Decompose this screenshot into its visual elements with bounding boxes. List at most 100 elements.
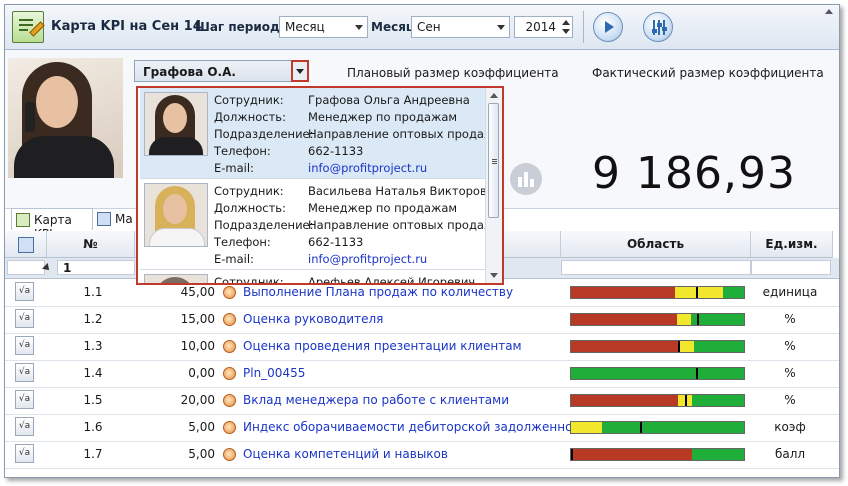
play-button[interactable] [593, 12, 623, 42]
kpi-status-icon [223, 448, 236, 461]
kpi-number: 1.6 [83, 420, 103, 434]
month-select[interactable]: Сен [411, 16, 510, 38]
field-value-name: Васильева Наталья Викторовна [308, 184, 502, 198]
field-label: Должность: [214, 110, 286, 124]
tab-second[interactable]: Ма [95, 208, 135, 230]
kpi-weight: 0,00 [188, 366, 215, 380]
bar-green-segment [571, 368, 744, 379]
bar-marker [640, 422, 642, 433]
bar-yellow-segment [677, 314, 691, 325]
row-formula-button[interactable]: √a [15, 309, 34, 328]
table-row[interactable]: √a 1.3 10,00 Оценка проведения презентации … [5, 333, 839, 361]
row-formula-button[interactable]: √a [15, 363, 34, 382]
row-formula-button[interactable]: √a [15, 336, 34, 355]
employee-list-item[interactable]: Сотрудник: Должность: Подразделение: Телефо… [140, 179, 501, 270]
settings-button[interactable] [643, 12, 673, 42]
field-value-phone: 662-1133 [308, 235, 364, 249]
year-value: 2014 [525, 20, 556, 34]
kpi-area-bar [570, 448, 745, 461]
year-spinner[interactable]: 2014 [514, 16, 573, 38]
bar-red-segment [571, 341, 680, 352]
spin-up-icon[interactable] [562, 20, 570, 25]
kpi-name-link[interactable]: Вклад менеджера по работе с клиентами [243, 387, 509, 414]
kpi-area-bar [570, 340, 745, 353]
employee-select[interactable]: Графова О.А. [134, 60, 309, 82]
field-value-department: Направление оптовых продаж [308, 218, 495, 232]
play-icon [605, 21, 614, 33]
month-label: Месяц [371, 20, 415, 34]
kpi-status-icon [223, 394, 236, 407]
scroll-up-icon[interactable] [490, 93, 498, 98]
fact-coefficient-label: Фактический размер коэффициента [592, 66, 824, 80]
field-label: Сотрудник: [214, 93, 284, 107]
table-row[interactable]: √a 1.7 5,00 Оценка компетенций и навыков бал… [5, 441, 839, 469]
fact-coefficient-value: 9 186,93 [592, 148, 796, 199]
spin-down-icon[interactable] [562, 29, 570, 34]
kpi-area-bar [570, 286, 745, 299]
kpi-window: Карта KPI на Сен 14 Шаг периода: Месяц М… [4, 4, 840, 478]
field-label: Сотрудник: [214, 275, 284, 285]
field-label: Телефон: [214, 144, 271, 158]
kpi-name-link[interactable]: Оценка проведения презентации клиентам [243, 333, 522, 360]
row-formula-button[interactable]: √a [15, 282, 34, 301]
employee-dropdown-list[interactable]: Сотрудник: Должность: Подразделение: Телефо… [136, 86, 504, 285]
kpi-number: 1.5 [83, 393, 103, 407]
scroll-thumb[interactable] [488, 103, 499, 218]
bar-green-segment [692, 449, 744, 460]
chevron-down-icon [497, 25, 505, 30]
kpi-status-icon [223, 367, 236, 380]
bar-yellow-segment [680, 341, 694, 352]
row-formula-button[interactable]: √a [15, 390, 34, 409]
field-value-email[interactable]: info@profitproject.ru [308, 160, 494, 177]
scroll-down-icon[interactable] [490, 273, 498, 278]
column-header-area[interactable]: Область [561, 231, 751, 258]
employee-avatar [144, 274, 208, 283]
table-row[interactable]: √a 1.2 15,00 Оценка руководителя% [5, 306, 839, 334]
kpi-name-link[interactable]: Оценка руководителя [243, 306, 383, 333]
kpi-number: 1.1 [83, 285, 103, 299]
field-label: Телефон: [214, 235, 271, 249]
bar-green-segment [694, 341, 744, 352]
field-label: E-mail: [214, 252, 254, 266]
kpi-status-icon [223, 286, 236, 299]
chevron-down-icon [355, 25, 363, 30]
employee-avatar [144, 183, 208, 247]
kpi-number: 1.3 [83, 339, 103, 353]
row-formula-button[interactable]: √a [15, 444, 34, 463]
list-icon [97, 212, 111, 226]
sliders-icon [651, 20, 667, 35]
dropdown-scrollbar[interactable] [485, 88, 502, 283]
bar-red-segment [571, 287, 675, 298]
kpi-weight: 10,00 [180, 339, 215, 353]
employee-dropdown-button[interactable] [291, 60, 309, 82]
field-value-department: Направление оптовых продаж [308, 127, 495, 141]
column-header-unit[interactable]: Ед.изм. [751, 231, 833, 258]
field-value-email[interactable]: info@profitproject.ru [308, 251, 501, 268]
kpi-name-link[interactable]: Оценка компетенций и навыков [243, 441, 448, 468]
kpi-unit: коэф [774, 420, 806, 434]
kpi-name-link[interactable]: Индекс оборачиваемости дебиторской задол… [243, 414, 594, 441]
table-row[interactable]: √a 1.5 20,00 Вклад менеджера по работе с кл… [5, 387, 839, 415]
toolbar: Карта KPI на Сен 14 Шаг периода: Месяц М… [5, 5, 839, 50]
kpi-number: 1.2 [83, 312, 103, 326]
row-formula-button[interactable]: √a [15, 417, 34, 436]
bar-marker [697, 314, 699, 325]
collapse-ribbon-icon[interactable] [825, 9, 833, 14]
field-value-position: Менеджер по продажам [308, 110, 458, 124]
employee-list-item[interactable]: Сотрудник: Арефьев Алексей Игоревич [140, 270, 486, 285]
table-row[interactable]: √a 1.4 0,00 Pln_00455% [5, 360, 839, 388]
column-selector-header[interactable] [5, 231, 47, 258]
kpi-name-link[interactable]: Pln_00455 [243, 360, 305, 387]
toolbar-divider [583, 11, 584, 43]
month-value: Сен [417, 20, 441, 34]
field-value-phone: 662-1133 [308, 144, 364, 158]
employee-list-item[interactable]: Сотрудник: Должность: Подразделение: Телефо… [140, 88, 494, 179]
kpi-unit: балл [774, 447, 806, 461]
table-row[interactable]: √a 1.6 5,00 Индекс оборачиваемости дебиторс… [5, 414, 839, 442]
bar-green-segment [723, 287, 744, 298]
plan-coefficient-label: Плановый размер коэффициента [347, 66, 559, 80]
period-step-select[interactable]: Месяц [279, 16, 368, 38]
field-label: Должность: [214, 201, 286, 215]
tab-kpi-card[interactable]: Карта KPI [11, 208, 93, 241]
column-header-num[interactable]: № [47, 231, 135, 258]
